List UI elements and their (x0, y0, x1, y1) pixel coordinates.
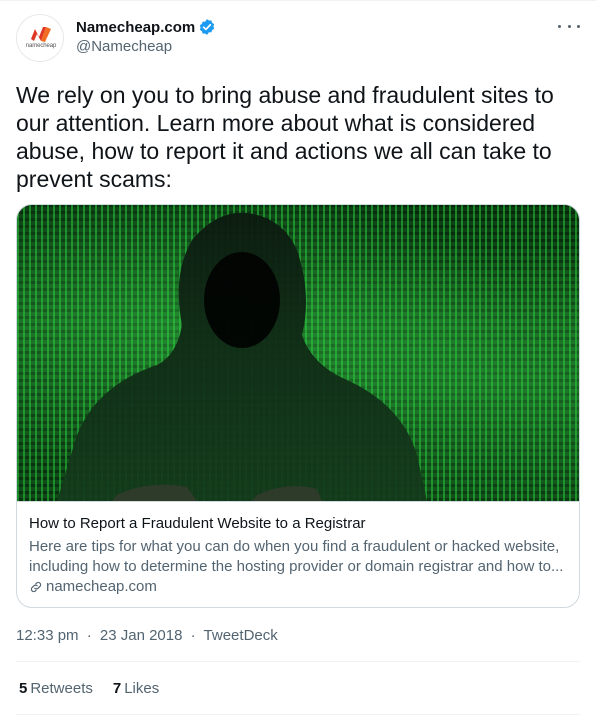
tweet-time[interactable]: 12:33 pm (16, 627, 79, 644)
card-image[interactable] (17, 205, 579, 501)
tweet-source[interactable]: TweetDeck (204, 627, 278, 644)
card-body: How to Report a Fraudulent Website to a … (17, 501, 579, 607)
namecheap-logo-icon (31, 27, 51, 42)
tweet-header: namecheap Namecheap.com @Namecheap (16, 14, 580, 64)
card-domain-text: namecheap.com (46, 578, 157, 595)
retweets-count: 5 (19, 680, 28, 697)
meta-separator: · (86, 627, 92, 644)
link-icon (30, 581, 42, 592)
tweet-meta: 12:33 pm · 23 Jan 2018 · TweetDeck (16, 627, 278, 644)
link-card[interactable]: How to Report a Fraudulent Website to a … (16, 204, 580, 608)
avatar-wordmark: namecheap (25, 43, 57, 49)
name-row: Namecheap.com (76, 17, 216, 37)
card-title[interactable]: How to Report a Fraudulent Website to a … (29, 515, 366, 532)
avatar[interactable]: namecheap (16, 14, 64, 62)
likes-count: 7 (112, 680, 122, 697)
meta-separator: · (190, 627, 196, 644)
stats-bottom-divider (16, 714, 580, 715)
user-handle[interactable]: @Namecheap (76, 38, 172, 55)
tweet-text: We rely on you to bring abuse and fraudu… (16, 82, 554, 192)
card-description: Here are tips for what you can do when y… (29, 538, 564, 575)
stats-top-divider (16, 661, 580, 662)
more-options-icon[interactable] (558, 18, 580, 34)
card-domain[interactable]: namecheap.com (29, 578, 157, 595)
engagement-stats: 5 Retweets 7 Likes (19, 680, 179, 697)
retweets-stat[interactable]: 5 Retweets (19, 680, 93, 697)
likes-label: Likes (124, 680, 160, 697)
likes-stat[interactable]: 7 Likes (113, 680, 159, 697)
display-name[interactable]: Namecheap.com (76, 19, 195, 36)
retweets-label: Retweets (30, 680, 93, 697)
tweet-date[interactable]: 23 Jan 2018 (100, 627, 183, 644)
verified-badge-icon (200, 19, 215, 35)
top-divider (0, 0, 596, 1)
